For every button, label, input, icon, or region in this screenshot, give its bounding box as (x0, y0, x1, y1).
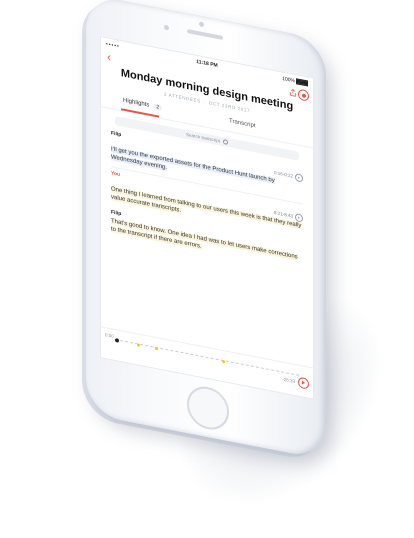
search-icon (223, 139, 228, 146)
home-button[interactable] (187, 383, 229, 434)
battery-percent: 100% (282, 75, 295, 85)
tab-highlights-label: Highlights (123, 97, 150, 109)
back-icon[interactable]: ‹ (107, 49, 111, 64)
highlight-marker[interactable] (155, 346, 159, 350)
record-icon[interactable] (298, 88, 309, 102)
phone-body: ••••• 11:18 PM 100% ‹ Monday morning des… (86, 0, 326, 461)
highlight-marker[interactable] (221, 359, 225, 363)
phone-device: ••••• 11:18 PM 100% ‹ Monday morning des… (48, 0, 348, 464)
scrubber-knob[interactable] (115, 338, 119, 343)
elapsed-time: 0:00 (105, 332, 114, 339)
sensor-icon (164, 24, 169, 31)
highlight-marker[interactable] (137, 342, 141, 347)
app-screen: ••••• 11:18 PM 100% ‹ Monday morning des… (100, 36, 314, 400)
playback-scrubber[interactable] (115, 338, 299, 376)
front-camera-icon (199, 21, 204, 28)
search-placeholder: Search transcript (185, 131, 220, 144)
tab-transcript[interactable]: Transcript (229, 118, 255, 129)
play-button[interactable] (298, 376, 309, 390)
play-icon (302, 380, 305, 386)
remaining-time: -26:33 (282, 376, 295, 385)
highlights-count-badge: 2 (153, 103, 163, 112)
earpiece-speaker (187, 29, 223, 41)
share-icon[interactable] (289, 88, 297, 98)
battery-icon (296, 78, 308, 87)
phone-perspective: ••••• 11:18 PM 100% ‹ Monday morning des… (48, 0, 348, 514)
